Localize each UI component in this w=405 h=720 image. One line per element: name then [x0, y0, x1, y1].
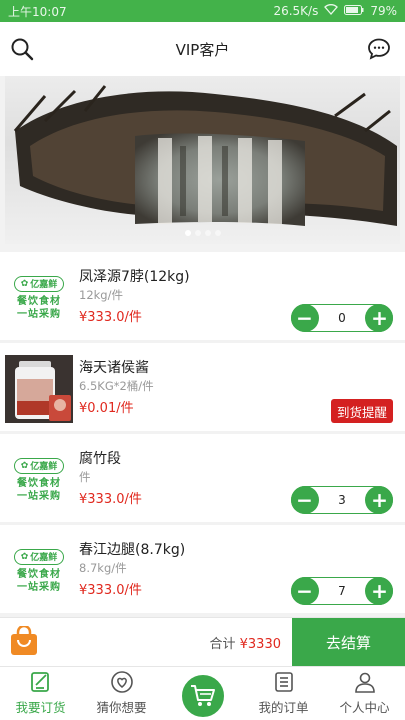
- status-time: 上午10:07: [8, 4, 67, 19]
- logo-tagline-1: 餐饮食材: [17, 477, 61, 489]
- banner-image: [13, 85, 397, 226]
- cart-tab-button[interactable]: [179, 672, 227, 720]
- product-thumbnail: ✿ 亿嘉鲜 餐饮食材 一站采购: [5, 264, 73, 332]
- product-spec: 件: [79, 470, 91, 484]
- product-price: ¥0.01/件: [79, 401, 134, 416]
- arrival-notify-button[interactable]: 到货提醒: [330, 399, 393, 423]
- brand-logo: ✿ 亿嘉鲜: [14, 275, 64, 292]
- decrease-button[interactable]: −: [290, 577, 319, 605]
- product-price: ¥333.0/件: [79, 492, 142, 507]
- increase-button[interactable]: +: [365, 577, 394, 605]
- checkout-button[interactable]: 去结算: [292, 618, 405, 666]
- product-name: 春江边腿(8.7kg): [79, 542, 186, 558]
- battery-icon: [344, 4, 364, 18]
- logo-tagline-2: 一站采购: [17, 490, 61, 502]
- shopping-bag-icon[interactable]: [10, 624, 38, 656]
- tab-profile[interactable]: 个人中心: [324, 667, 405, 720]
- logo-tagline-1: 餐饮食材: [17, 295, 61, 307]
- product-spec: 6.5KG*2桶/件: [79, 379, 154, 393]
- logo-tagline-1: 餐饮食材: [17, 568, 61, 580]
- quantity-stepper: − 0 +: [290, 304, 394, 332]
- logo-brand: 亿嘉鲜: [30, 280, 58, 290]
- cart-summary-bar: 合计 ¥3330 去结算: [0, 617, 405, 666]
- tab-label: 我的订单: [258, 700, 309, 715]
- pagination-dot[interactable]: [194, 230, 201, 236]
- brand-logo: ✿ 亿嘉鲜: [14, 457, 64, 474]
- cart-icon: [191, 685, 215, 706]
- increase-button[interactable]: +: [365, 486, 394, 514]
- pagination-dot[interactable]: [214, 230, 221, 236]
- product-price: ¥333.0/件: [79, 310, 142, 325]
- product-spec: 8.7kg/件: [79, 561, 127, 575]
- tab-label: 个人中心: [339, 700, 390, 715]
- page-title: VIP客户: [175, 40, 230, 59]
- wifi-icon: [324, 4, 339, 18]
- leaf-icon: ✿: [20, 551, 29, 562]
- product-item[interactable]: ✿ 亿嘉鲜 餐饮食材 一站采购 春江边腿(8.7kg) 8.7kg/件 ¥333.…: [0, 525, 405, 613]
- brand-logo: ✿ 亿嘉鲜: [14, 548, 64, 565]
- banner-pagination: [184, 230, 221, 236]
- total-amount: ¥3330: [239, 637, 281, 652]
- product-thumbnail: [5, 355, 73, 423]
- sauce-bucket-image: [5, 355, 73, 423]
- order-list-icon: [274, 672, 293, 692]
- logo-brand: 亿嘉鲜: [30, 553, 58, 563]
- pagination-dot[interactable]: [204, 230, 211, 236]
- pagination-dot[interactable]: [184, 230, 191, 236]
- quantity-value[interactable]: 7: [338, 584, 346, 598]
- product-item[interactable]: ✿ 亿嘉鲜 餐饮食材 一站采购 凤泽源7脖(12kg) 12kg/件 ¥333.0…: [0, 252, 405, 340]
- product-price: ¥333.0/件: [79, 583, 142, 598]
- total-label: 合计: [209, 637, 236, 652]
- status-bar: 上午10:07 26.5K/s 79%: [0, 0, 405, 22]
- logo-brand: 亿嘉鲜: [30, 462, 58, 472]
- status-right: 26.5K/s 79%: [273, 4, 397, 18]
- order-edit-icon: [30, 672, 49, 692]
- tab-label: 我要订货: [15, 700, 66, 715]
- product-name: 凤泽源7脖(12kg): [79, 269, 190, 285]
- product-spec: 12kg/件: [79, 288, 123, 302]
- leaf-icon: ✿: [20, 460, 29, 471]
- tab-order[interactable]: 我要订货: [0, 667, 81, 720]
- logo-tagline-2: 一站采购: [17, 581, 61, 593]
- product-item[interactable]: 海天诸侯酱 6.5KG*2桶/件 ¥0.01/件 到货提醒: [0, 343, 405, 431]
- quantity-stepper: − 7 +: [290, 577, 394, 605]
- decrease-button[interactable]: −: [290, 486, 319, 514]
- tab-label: 猜你想要: [96, 700, 147, 715]
- increase-button[interactable]: +: [365, 304, 394, 332]
- product-thumbnail: ✿ 亿嘉鲜 餐饮食材 一站采购: [5, 446, 73, 514]
- cart-total: 合计 ¥3330: [209, 633, 281, 652]
- decrease-button[interactable]: −: [290, 304, 319, 332]
- promo-banner[interactable]: [5, 76, 400, 244]
- product-item[interactable]: ✿ 亿嘉鲜 餐饮食材 一站采购 腐竹段 件 ¥333.0/件 − 3 +: [0, 434, 405, 522]
- leaf-icon: ✿: [20, 278, 29, 289]
- battery-percent: 79%: [370, 4, 397, 18]
- heart-icon: [110, 671, 133, 693]
- chat-icon[interactable]: [367, 37, 391, 61]
- user-icon: [354, 672, 375, 693]
- quantity-value[interactable]: 3: [338, 493, 346, 507]
- product-name: 海天诸侯酱: [79, 360, 149, 376]
- app-header: VIP客户: [0, 22, 405, 76]
- network-speed: 26.5K/s: [273, 4, 319, 18]
- quantity-value[interactable]: 0: [338, 311, 346, 325]
- search-icon[interactable]: [10, 37, 34, 61]
- logo-tagline-2: 一站采购: [17, 308, 61, 320]
- product-thumbnail: ✿ 亿嘉鲜 餐饮食材 一站采购: [5, 537, 73, 605]
- product-name: 腐竹段: [79, 451, 121, 467]
- tab-recommend[interactable]: 猜你想要: [81, 667, 162, 720]
- quantity-stepper: − 3 +: [290, 486, 394, 514]
- tab-my-orders[interactable]: 我的订单: [243, 667, 324, 720]
